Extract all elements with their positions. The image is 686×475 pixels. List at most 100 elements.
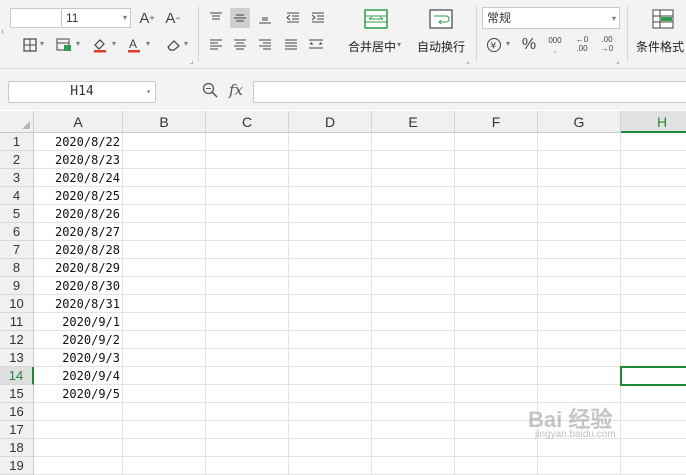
cell-f19[interactable] <box>455 457 538 475</box>
cell-e18[interactable] <box>372 439 455 457</box>
cell-e2[interactable] <box>372 151 455 169</box>
cell-f16[interactable] <box>455 403 538 421</box>
cell-c3[interactable] <box>206 169 289 187</box>
cell-b13[interactable] <box>123 349 206 367</box>
cell-a1[interactable]: 2020/8/22 <box>34 133 123 151</box>
cell-a8[interactable]: 2020/8/29 <box>34 259 123 277</box>
cell-c15[interactable] <box>206 385 289 403</box>
font-name-dropdown[interactable] <box>10 8 60 28</box>
row-header-3[interactable]: 3 <box>0 169 34 187</box>
distributed-button[interactable] <box>306 35 326 55</box>
chevron-down-icon[interactable]: ▾ <box>40 39 44 48</box>
dialog-launcher-icon[interactable]: ⌟ <box>190 56 194 65</box>
fx-icon[interactable]: fx <box>229 81 243 99</box>
row-header-16[interactable]: 16 <box>0 403 34 421</box>
cell-c16[interactable] <box>206 403 289 421</box>
cell-e12[interactable] <box>372 331 455 349</box>
cell-a2[interactable]: 2020/8/23 <box>34 151 123 169</box>
row-header-14[interactable]: 14 <box>0 367 34 385</box>
cell-c2[interactable] <box>206 151 289 169</box>
cell-a17[interactable] <box>34 421 123 439</box>
cell-d5[interactable] <box>289 205 372 223</box>
decrease-decimal-button[interactable]: .00 →0 <box>597 35 617 55</box>
row-header-10[interactable]: 10 <box>0 295 34 313</box>
row-header-15[interactable]: 15 <box>0 385 34 403</box>
cell-f2[interactable] <box>455 151 538 169</box>
cell-h3[interactable] <box>621 169 686 187</box>
align-bottom-button[interactable] <box>255 8 275 28</box>
cell-b17[interactable] <box>123 421 206 439</box>
cell-g12[interactable] <box>538 331 621 349</box>
cell-e10[interactable] <box>372 295 455 313</box>
cell-f14[interactable] <box>455 367 538 385</box>
cell-b1[interactable] <box>123 133 206 151</box>
cell-d3[interactable] <box>289 169 372 187</box>
row-header-7[interactable]: 7 <box>0 241 34 259</box>
row-header-1[interactable]: 1 <box>0 133 34 151</box>
column-header-d[interactable]: D <box>289 111 372 133</box>
cell-g2[interactable] <box>538 151 621 169</box>
cell-e8[interactable] <box>372 259 455 277</box>
cell-g18[interactable] <box>538 439 621 457</box>
font-color-button[interactable]: A <box>124 35 144 55</box>
cell-h12[interactable] <box>621 331 686 349</box>
cell-h15[interactable] <box>621 385 686 403</box>
cell-a15[interactable]: 2020/9/5 <box>34 385 123 403</box>
clear-button[interactable] <box>164 35 184 55</box>
cell-h9[interactable] <box>621 277 686 295</box>
cell-e5[interactable] <box>372 205 455 223</box>
cell-c18[interactable] <box>206 439 289 457</box>
cell-g19[interactable] <box>538 457 621 475</box>
cell-b16[interactable] <box>123 403 206 421</box>
cell-a3[interactable]: 2020/8/24 <box>34 169 123 187</box>
row-header-17[interactable]: 17 <box>0 421 34 439</box>
cell-b2[interactable] <box>123 151 206 169</box>
cell-d14[interactable] <box>289 367 372 385</box>
select-all-corner[interactable] <box>0 111 34 133</box>
cell-a16[interactable] <box>34 403 123 421</box>
cell-b9[interactable] <box>123 277 206 295</box>
cell-f6[interactable] <box>455 223 538 241</box>
cell-b14[interactable] <box>123 367 206 385</box>
row-header-19[interactable]: 19 <box>0 457 34 475</box>
cell-g11[interactable] <box>538 313 621 331</box>
cell-g13[interactable] <box>538 349 621 367</box>
cell-g10[interactable] <box>538 295 621 313</box>
cell-h11[interactable] <box>621 313 686 331</box>
font-size-dropdown[interactable]: 11 ▾ <box>61 8 131 28</box>
row-header-11[interactable]: 11 <box>0 313 34 331</box>
cell-b12[interactable] <box>123 331 206 349</box>
cell-g6[interactable] <box>538 223 621 241</box>
cell-a13[interactable]: 2020/9/3 <box>34 349 123 367</box>
chevron-down-icon[interactable]: ▾ <box>146 39 150 48</box>
dialog-launcher-icon[interactable]: ⌟ <box>466 56 470 65</box>
cell-a19[interactable] <box>34 457 123 475</box>
cell-a14[interactable]: 2020/9/4 <box>34 367 123 385</box>
cell-b7[interactable] <box>123 241 206 259</box>
cell-c17[interactable] <box>206 421 289 439</box>
cell-f1[interactable] <box>455 133 538 151</box>
cell-b11[interactable] <box>123 313 206 331</box>
fill-color-button[interactable] <box>90 35 110 55</box>
cell-d17[interactable] <box>289 421 372 439</box>
percent-button[interactable]: % <box>519 35 539 55</box>
cell-h10[interactable] <box>621 295 686 313</box>
cell-b6[interactable] <box>123 223 206 241</box>
cell-h19[interactable] <box>621 457 686 475</box>
cell-e9[interactable] <box>372 277 455 295</box>
cell-d18[interactable] <box>289 439 372 457</box>
chevron-down-icon[interactable]: ▾ <box>112 39 116 48</box>
cell-c5[interactable] <box>206 205 289 223</box>
cell-a12[interactable]: 2020/9/2 <box>34 331 123 349</box>
column-header-e[interactable]: E <box>372 111 455 133</box>
cell-h17[interactable] <box>621 421 686 439</box>
cell-style-button[interactable] <box>54 35 74 55</box>
shrink-font-button[interactable]: A − <box>163 8 183 28</box>
align-left-button[interactable] <box>206 35 226 55</box>
cell-e16[interactable] <box>372 403 455 421</box>
name-box[interactable]: H14 ▾ <box>8 81 156 103</box>
cell-f8[interactable] <box>455 259 538 277</box>
cell-f5[interactable] <box>455 205 538 223</box>
cell-g15[interactable] <box>538 385 621 403</box>
dialog-launcher-icon[interactable]: ⌟ <box>616 56 620 65</box>
